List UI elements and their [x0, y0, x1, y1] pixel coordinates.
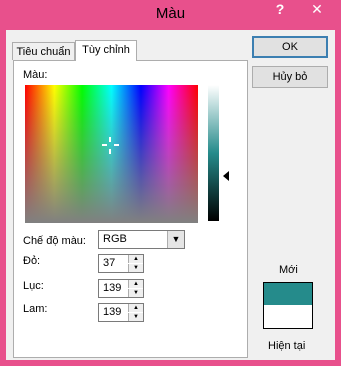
new-color-swatch [264, 283, 312, 305]
spin-up-icon[interactable]: ▲ [128, 280, 143, 288]
tab-custom[interactable]: Tùy chỉnh [75, 40, 137, 61]
luminance-slider[interactable] [208, 85, 219, 221]
ok-button[interactable]: OK [252, 36, 328, 58]
new-color-label: Mới [279, 264, 298, 276]
color-model-label: Chế độ màu: [23, 235, 86, 247]
red-stepper[interactable]: 37 ▲ ▼ [98, 254, 144, 273]
red-label: Đỏ: [23, 255, 41, 267]
red-value[interactable]: 37 [103, 257, 115, 269]
luminance-arrow-icon[interactable] [223, 171, 229, 181]
help-button[interactable]: ? [268, 1, 292, 21]
blue-label: Lam: [23, 303, 48, 315]
current-color-label: Hiện tại [268, 340, 306, 352]
blue-value[interactable]: 139 [103, 306, 121, 318]
chevron-down-icon[interactable]: ▼ [167, 231, 184, 248]
title-bar[interactable]: Màu ? ✕ [0, 0, 341, 30]
spin-up-icon[interactable]: ▲ [128, 304, 143, 312]
green-stepper[interactable]: 139 ▲ ▼ [98, 279, 144, 298]
colors-label: Màu: [23, 69, 48, 81]
close-button[interactable]: ✕ [296, 1, 338, 21]
spin-up-icon[interactable]: ▲ [128, 255, 143, 263]
color-model-value: RGB [103, 233, 127, 245]
crosshair-icon [102, 137, 119, 154]
color-preview [263, 282, 313, 329]
dialog-body: Tiêu chuẩn Tùy chỉnh Màu: Chế độ màu: RG… [6, 30, 335, 360]
spin-down-icon[interactable]: ▼ [128, 289, 143, 297]
color-spectrum[interactable] [25, 85, 198, 223]
color-dialog: Màu ? ✕ Tiêu chuẩn Tùy chỉnh Màu: Chế độ… [0, 0, 341, 366]
tab-standard[interactable]: Tiêu chuẩn [12, 42, 75, 60]
green-value[interactable]: 139 [103, 282, 121, 294]
current-color-swatch [264, 305, 312, 328]
green-label: Lục: [23, 280, 44, 292]
blue-stepper[interactable]: 139 ▲ ▼ [98, 303, 144, 322]
spin-down-icon[interactable]: ▼ [128, 264, 143, 272]
color-model-select[interactable]: RGB ▼ [98, 230, 185, 249]
spin-down-icon[interactable]: ▼ [128, 313, 143, 321]
cancel-button[interactable]: Hủy bỏ [252, 66, 328, 88]
